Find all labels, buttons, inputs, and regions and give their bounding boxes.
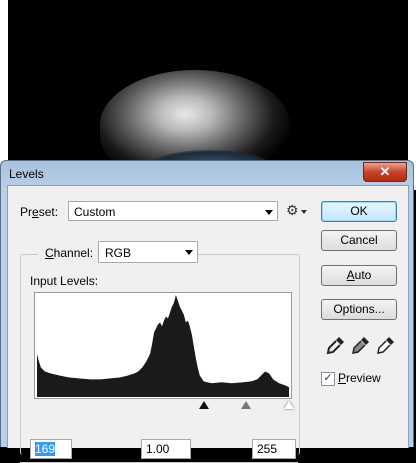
input-sliders[interactable] (34, 400, 294, 412)
levels-dialog: Levels ✕ Preset: Custom ⚙ Channel: RGB I… (0, 160, 414, 463)
gamma-slider[interactable] (241, 401, 251, 409)
gear-icon[interactable]: ⚙ (286, 202, 299, 219)
gamma-input-field[interactable]: 1.00 (141, 439, 191, 459)
input-levels-label: Input Levels: (30, 274, 99, 288)
preset-value: Custom (74, 205, 116, 219)
black-eyedropper-icon[interactable] (326, 335, 346, 355)
dialog-body: Preset: Custom ⚙ Channel: RGB Input Leve… (7, 185, 409, 463)
histogram (34, 292, 292, 399)
chevron-down-icon (265, 210, 273, 215)
preset-label: Preset: (20, 205, 59, 219)
histogram-graph (36, 294, 290, 398)
white-eyedropper-icon[interactable] (376, 335, 396, 355)
white-input-field[interactable]: 255 (252, 439, 296, 459)
close-button[interactable]: ✕ (363, 162, 407, 182)
white-point-slider[interactable] (284, 401, 294, 409)
title-bar[interactable]: Levels ✕ (1, 161, 413, 185)
preview-checkbox[interactable]: ✓ (321, 372, 335, 386)
channel-dropdown[interactable]: RGB (98, 241, 198, 263)
channel-label: Channel: (45, 246, 94, 260)
gray-eyedropper-icon[interactable] (351, 335, 371, 355)
close-icon: ✕ (379, 164, 391, 179)
preset-dropdown[interactable]: Custom (68, 201, 278, 221)
chevron-down-icon (185, 250, 193, 255)
gear-menu-arrow-icon (301, 210, 307, 214)
cancel-button[interactable]: Cancel (321, 230, 397, 251)
black-input-field[interactable]: 169 (30, 439, 72, 459)
black-point-slider[interactable] (199, 401, 209, 409)
auto-button[interactable]: Auto (321, 265, 397, 286)
channel-value: RGB (105, 246, 132, 260)
options-button[interactable]: Options... (321, 299, 397, 320)
preview-label: Preview (338, 371, 381, 385)
dialog-title: Levels (9, 167, 44, 181)
ok-button[interactable]: OK (321, 201, 397, 222)
